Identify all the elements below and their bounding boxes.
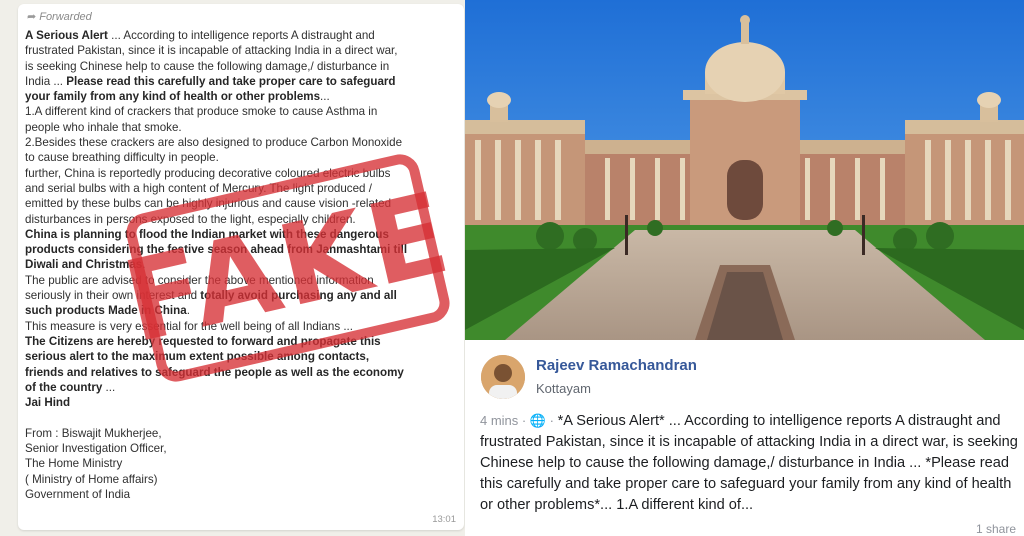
- text: ... According to intelligence reports A …: [107, 29, 375, 42]
- whatsapp-message-bubble: ➦ Forwarded A Serious Alert ... Accordin…: [18, 4, 464, 530]
- message-line: Jai Hind: [25, 395, 459, 410]
- post-time[interactable]: 4 mins: [480, 413, 518, 428]
- message-line: A Serious Alert ... According to intelli…: [25, 28, 459, 43]
- forwarded-indicator: ➦ Forwarded: [27, 10, 92, 24]
- message-line: 2.Besides these crackers are also design…: [25, 135, 459, 150]
- meta-separator-2: ·: [546, 413, 558, 428]
- text: The Home Ministry: [25, 457, 123, 471]
- message-timestamp: 13:01: [432, 514, 456, 525]
- text: Government of India: [25, 487, 131, 501]
- forwarded-label: Forwarded: [39, 10, 92, 23]
- text: ( Ministry of Home affairs): [25, 472, 158, 486]
- text: frustrated Pakistan, since it is incapab…: [25, 44, 398, 58]
- text: to cause breathing difficulty in people.: [25, 151, 219, 165]
- message-line: is seeking Chinese help to cause the fol…: [25, 59, 459, 74]
- text: Senior Investigation Officer,: [25, 442, 167, 456]
- text: ...: [102, 380, 116, 394]
- text: From : Biswajit Mukherjee,: [25, 426, 162, 440]
- text: 2.Besides these crackers are also design…: [25, 136, 403, 150]
- message-line: ( Ministry of Home affairs): [25, 472, 459, 487]
- text: 1.A different kind of crackers that prod…: [25, 105, 378, 119]
- message-line: From : Biswajit Mukherjee,: [25, 426, 459, 441]
- text: ...: [320, 90, 330, 104]
- post-body: *A Serious Alert* ... According to intel…: [480, 413, 1018, 513]
- message-line: frustrated Pakistan, since it is incapab…: [25, 43, 459, 58]
- author-location[interactable]: Kottayam: [536, 381, 591, 396]
- facebook-post: Rajeev Ramachandran Kottayam 4 mins · 🌐 …: [465, 340, 1024, 536]
- message-line: India ... Please read this carefully and…: [25, 74, 459, 89]
- message-line: people who inhale that smoke.: [25, 120, 459, 135]
- meta-separator: ·: [518, 413, 530, 428]
- building-photo-illustration: [465, 0, 1024, 340]
- message-line: The Home Ministry: [25, 456, 459, 471]
- text: is seeking Chinese help to cause the fol…: [25, 59, 390, 73]
- avatar-image: [481, 355, 525, 399]
- message-line: Senior Investigation Officer,: [25, 441, 459, 456]
- text: people who inhale that smoke.: [25, 120, 182, 134]
- bold-text: Jai Hind: [25, 396, 71, 410]
- bold-text: your family from any kind of health or o…: [25, 90, 321, 104]
- bold-text: A Serious Alert: [25, 29, 108, 42]
- forward-arrow-icon: ➦: [27, 11, 37, 23]
- globe-icon: 🌐: [529, 413, 547, 428]
- message-line: 1.A different kind of crackers that prod…: [25, 104, 459, 119]
- bold-text: of the country: [25, 380, 103, 394]
- post-text: 4 mins · 🌐 · *A Serious Alert* ... Accor…: [480, 410, 1020, 516]
- avatar[interactable]: [481, 355, 525, 399]
- bold-text: Please read this carefully and take prop…: [66, 74, 396, 88]
- message-line: of the country ...: [25, 380, 459, 395]
- message-line: Government of India: [25, 487, 459, 502]
- author-name[interactable]: Rajeev Ramachandran: [536, 357, 697, 374]
- share-count[interactable]: 1 share: [976, 522, 1016, 536]
- building-photo: [465, 0, 1024, 340]
- message-line: your family from any kind of health or o…: [25, 89, 459, 104]
- message-line: [25, 410, 459, 425]
- text: India ...: [25, 74, 67, 88]
